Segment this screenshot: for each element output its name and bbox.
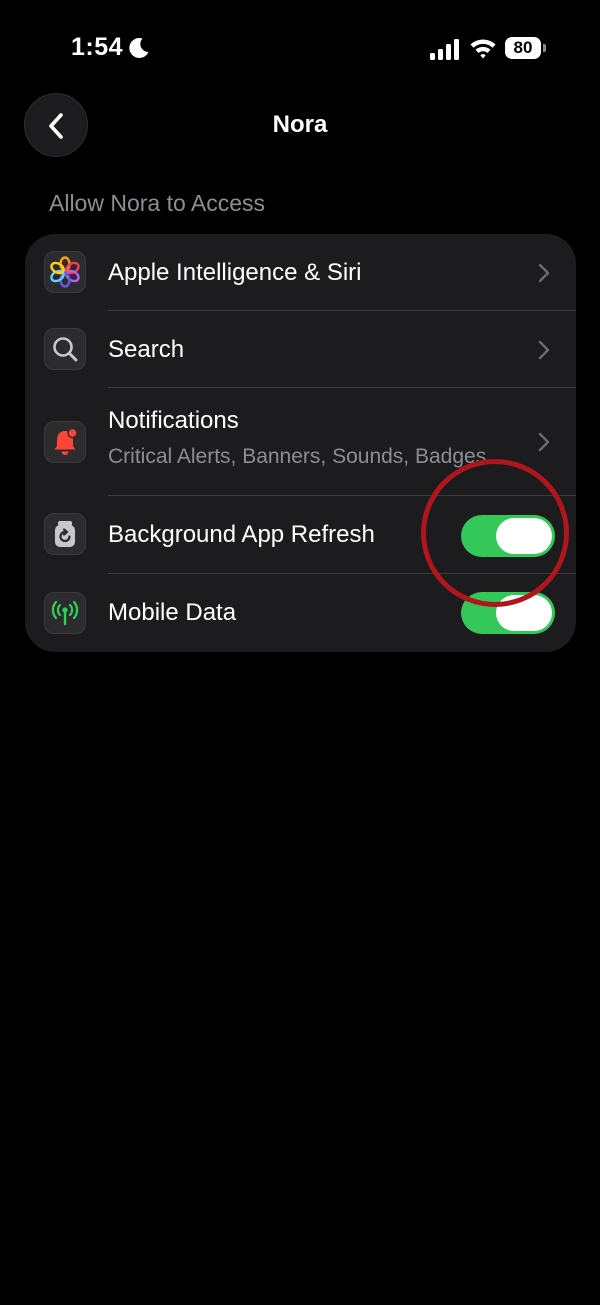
row-label: Mobile Data bbox=[108, 599, 237, 626]
wifi-icon bbox=[470, 39, 496, 59]
battery-level: 80 bbox=[513, 38, 533, 57]
status-time: 1:54 bbox=[71, 33, 124, 61]
row-label: Apple Intelligence & Siri bbox=[108, 259, 362, 286]
moon-icon bbox=[129, 37, 149, 58]
search-icon bbox=[44, 328, 86, 370]
row-notifications[interactable]: Notifications Critical Alerts, Banners, … bbox=[25, 388, 576, 495]
chevron-right-icon bbox=[538, 263, 550, 283]
mobile-data-toggle[interactable] bbox=[461, 592, 555, 634]
row-background-app-refresh: Background App Refresh bbox=[25, 496, 576, 573]
apple-intelligence-icon bbox=[44, 251, 86, 293]
permissions-list: Apple Intelligence & Siri Search Notific… bbox=[25, 234, 576, 652]
chevron-right-icon bbox=[538, 340, 550, 360]
row-search[interactable]: Search bbox=[25, 311, 576, 388]
section-header: Allow Nora to Access bbox=[49, 190, 266, 216]
row-label: Notifications bbox=[108, 407, 239, 434]
cellular-signal-icon bbox=[430, 39, 459, 60]
row-mobile-data: Mobile Data bbox=[25, 574, 576, 652]
row-label: Search bbox=[108, 336, 185, 363]
status-bar: 1:54 80 bbox=[0, 0, 600, 96]
row-apple-intelligence-siri[interactable]: Apple Intelligence & Siri bbox=[25, 234, 576, 311]
page-title: Nora bbox=[272, 111, 328, 138]
antenna-icon bbox=[44, 592, 86, 634]
battery-icon: 80 bbox=[505, 37, 547, 59]
toggle-knob bbox=[496, 518, 552, 554]
toggle-knob bbox=[496, 595, 552, 631]
app-permissions-screen: 1:54 80 Nora Allow Nora to Access Apple … bbox=[0, 0, 600, 1305]
chevron-right-icon bbox=[538, 432, 550, 452]
notification-bell-icon bbox=[44, 421, 86, 463]
background-app-refresh-toggle[interactable] bbox=[461, 515, 555, 557]
background-refresh-icon bbox=[44, 513, 86, 555]
row-label: Background App Refresh bbox=[108, 521, 375, 548]
row-sublabel: Critical Alerts, Banners, Sounds, Badges bbox=[108, 445, 487, 468]
